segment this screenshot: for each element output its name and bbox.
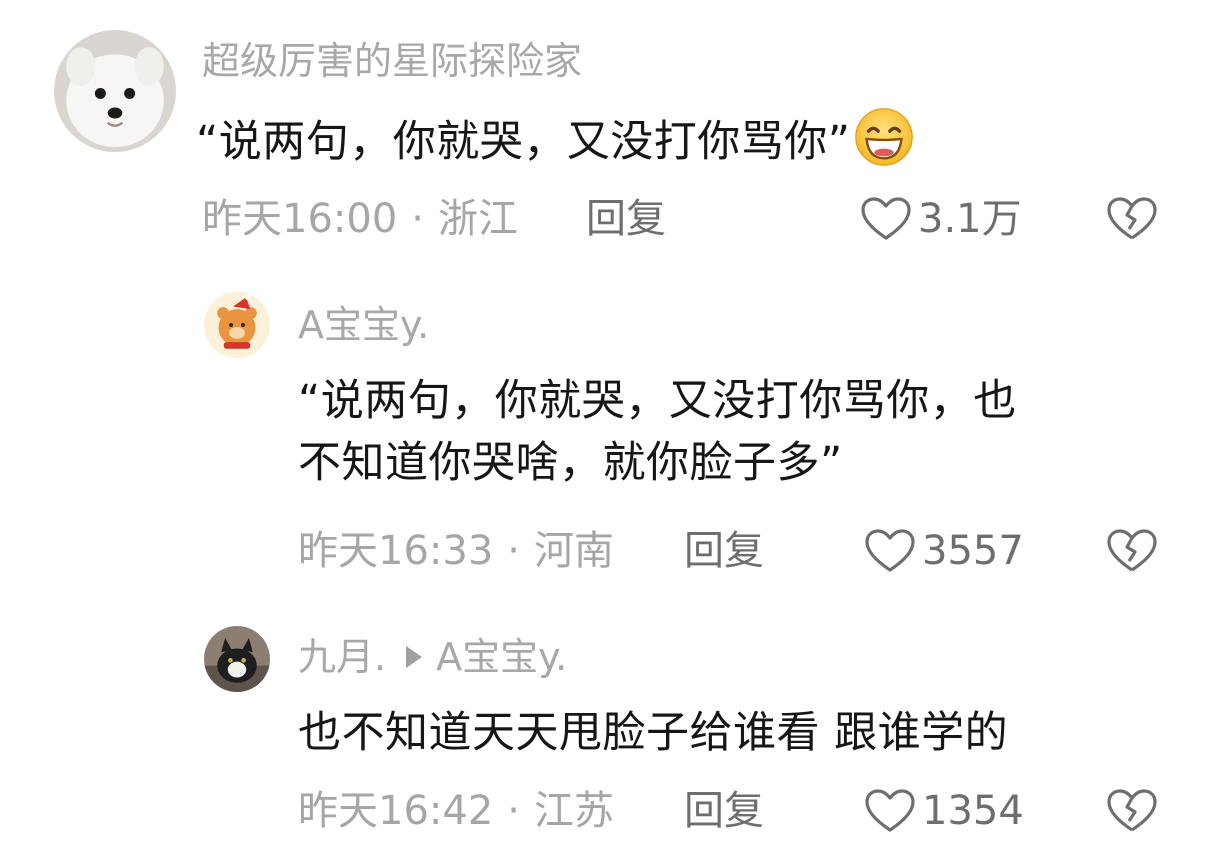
timestamp: 昨天16:33 bbox=[298, 528, 494, 574]
username[interactable]: A宝宝y. bbox=[298, 302, 429, 348]
heart-icon bbox=[861, 197, 911, 240]
avatar[interactable] bbox=[204, 626, 270, 692]
grinning-sweat-emoji-icon bbox=[854, 108, 913, 166]
reply-header: 九月. A宝宝y. bbox=[298, 634, 567, 680]
avatar[interactable] bbox=[54, 30, 176, 152]
comment-text-content: “说两句，你就哭，又没打你骂你” bbox=[196, 117, 851, 167]
separator: · bbox=[507, 788, 520, 834]
broken-heart-icon[interactable] bbox=[1106, 528, 1158, 574]
separator: · bbox=[411, 196, 424, 242]
like-count: 1354 bbox=[922, 788, 1024, 834]
comment-text: “说两句，你就哭，又没打你骂你，也 不知道你哭啥，就你脸子多” bbox=[298, 370, 1158, 494]
comment-meta: 昨天16:42 · 江苏 bbox=[298, 786, 614, 836]
broken-heart-icon[interactable] bbox=[1106, 788, 1158, 834]
like-count: 3557 bbox=[922, 528, 1024, 574]
like-button[interactable]: 3557 bbox=[864, 526, 1024, 576]
comment-text: “说两句，你就哭，又没打你骂你” bbox=[196, 106, 915, 173]
location: 河南 bbox=[534, 528, 614, 574]
like-count: 3.1万 bbox=[918, 196, 1022, 242]
username[interactable]: 超级厉害的星际探险家 bbox=[202, 38, 582, 84]
location: 浙江 bbox=[438, 196, 518, 242]
timestamp: 昨天16:00 bbox=[202, 196, 398, 242]
reply-arrow-icon bbox=[406, 646, 423, 668]
separator: · bbox=[507, 528, 520, 574]
reply-button[interactable]: 回复 bbox=[586, 194, 666, 244]
username[interactable]: 九月. bbox=[298, 635, 386, 679]
comment-text-line: “说两句，你就哭，又没打你骂你，也 bbox=[298, 376, 1017, 426]
comment-meta: 昨天16:00 · 浙江 bbox=[202, 194, 518, 244]
dog-avatar-icon bbox=[54, 30, 176, 152]
timestamp: 昨天16:42 bbox=[298, 788, 494, 834]
avatar[interactable] bbox=[204, 292, 270, 358]
like-button[interactable]: 3.1万 bbox=[860, 194, 1022, 244]
reply-to-username[interactable]: A宝宝y. bbox=[436, 635, 567, 679]
location: 江苏 bbox=[534, 788, 614, 834]
reply-button[interactable]: 回复 bbox=[684, 786, 764, 836]
reply-button[interactable]: 回复 bbox=[684, 526, 764, 576]
broken-heart-icon[interactable] bbox=[1106, 196, 1158, 242]
heart-icon bbox=[865, 529, 915, 572]
heart-icon bbox=[865, 789, 915, 832]
comment-text: 也不知道天天甩脸子给谁看 跟谁学的 bbox=[298, 708, 1009, 758]
comment-text-line: 不知道你哭啥，就你脸子多” bbox=[298, 438, 843, 488]
cat-avatar-icon bbox=[204, 626, 270, 692]
like-button[interactable]: 1354 bbox=[864, 786, 1024, 836]
cartoon-bear-avatar-icon bbox=[204, 292, 270, 358]
comment-meta: 昨天16:33 · 河南 bbox=[298, 526, 614, 576]
